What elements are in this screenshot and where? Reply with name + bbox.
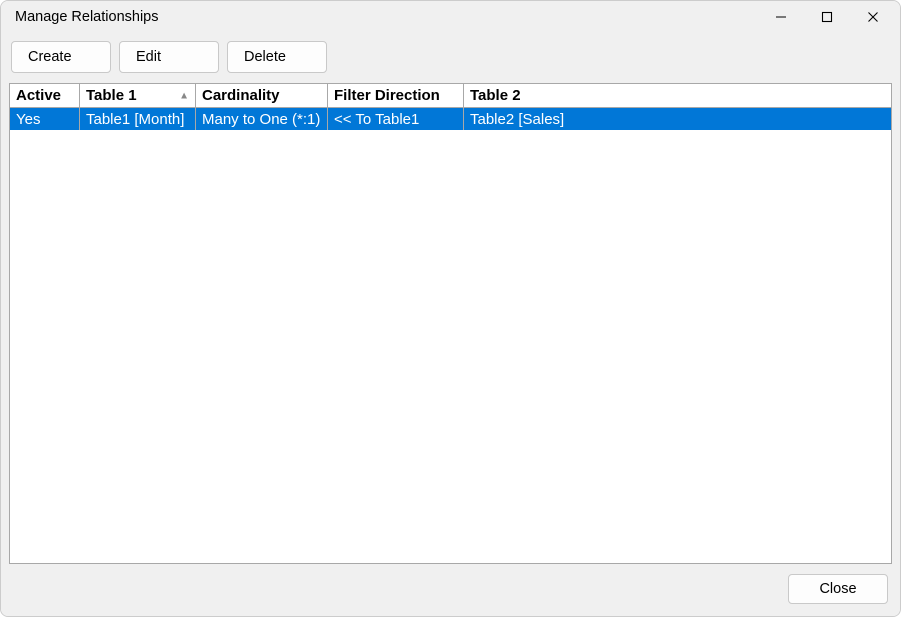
titlebar: Manage Relationships — [1, 1, 900, 33]
col-header-label: Filter Direction — [334, 87, 440, 104]
maximize-button[interactable] — [804, 2, 850, 32]
cell-cardinality: Many to One (*:1) — [196, 108, 328, 130]
col-header-label: Table 2 — [470, 87, 521, 104]
close-icon — [867, 11, 879, 23]
minimize-button[interactable] — [758, 2, 804, 32]
col-header-label: Table 1 — [86, 87, 137, 104]
col-header-active[interactable]: Active — [10, 84, 80, 107]
create-button[interactable]: Create — [11, 41, 111, 73]
edit-button[interactable]: Edit — [119, 41, 219, 73]
maximize-icon — [821, 11, 833, 23]
relationships-grid: Active Table 1 ▲ Cardinality Filter Dire… — [9, 83, 892, 564]
table-row[interactable]: Yes Table1 [Month] Many to One (*:1) << … — [10, 108, 891, 130]
sort-asc-icon: ▲ — [179, 90, 189, 101]
col-header-table1[interactable]: Table 1 ▲ — [80, 84, 196, 107]
footer: Close — [1, 564, 900, 616]
manage-relationships-window: Manage Relationships Create Ed — [0, 0, 901, 617]
col-header-table2[interactable]: Table 2 — [464, 84, 891, 107]
cell-table1: Table1 [Month] — [80, 108, 196, 130]
cell-filter-direction: << To Table1 — [328, 108, 464, 130]
window-controls — [758, 2, 896, 32]
grid-header-row: Active Table 1 ▲ Cardinality Filter Dire… — [10, 84, 891, 108]
col-header-label: Cardinality — [202, 87, 280, 104]
grid-body: Yes Table1 [Month] Many to One (*:1) << … — [10, 108, 891, 563]
toolbar: Create Edit Delete — [1, 33, 900, 83]
close-window-button[interactable] — [850, 2, 896, 32]
close-button[interactable]: Close — [788, 574, 888, 604]
minimize-icon — [775, 11, 787, 23]
cell-active: Yes — [10, 108, 80, 130]
col-header-label: Active — [16, 87, 61, 104]
cell-table2: Table2 [Sales] — [464, 108, 891, 130]
col-header-cardinality[interactable]: Cardinality — [196, 84, 328, 107]
delete-button[interactable]: Delete — [227, 41, 327, 73]
window-title: Manage Relationships — [15, 9, 158, 25]
col-header-filter-direction[interactable]: Filter Direction — [328, 84, 464, 107]
